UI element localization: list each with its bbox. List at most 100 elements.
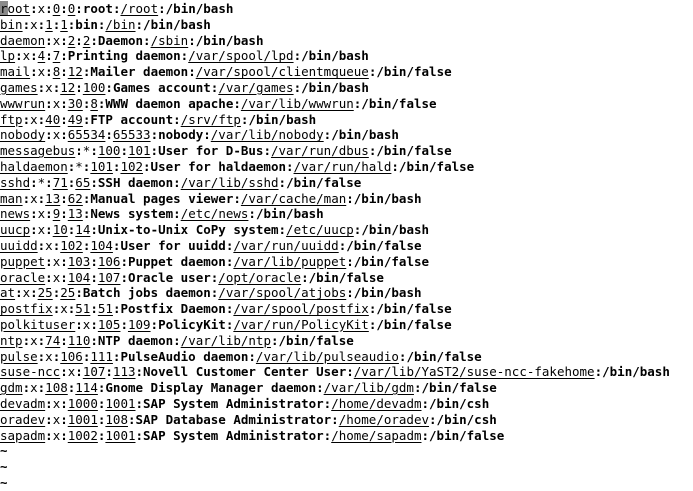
field-uid: 102	[60, 237, 83, 253]
field-separator: :	[301, 269, 309, 285]
field-separator: :	[105, 364, 113, 380]
field-username: postfix	[0, 301, 53, 317]
field-shell: /bin/csh	[436, 411, 497, 427]
field-separator: :	[30, 1, 38, 16]
passwd-entry-line: polkituser:x:105:109:PolicyKit:/var/run/…	[0, 317, 693, 333]
field-home: /var/lib/nobody	[210, 127, 324, 143]
empty-lines-area: ~ ~ ~	[0, 443, 693, 490]
field-password: *	[75, 158, 83, 174]
field-uid: 12	[60, 79, 76, 95]
field-separator: :	[60, 48, 68, 64]
field-separator: :	[278, 174, 287, 190]
field-shell: /bin/bash	[361, 222, 430, 238]
field-uid: 13	[45, 190, 61, 206]
text-cursor: r	[0, 1, 8, 16]
passwd-entry-line: daemon:x:2:2:Daemon:/sbin:/bin/bash	[0, 33, 693, 49]
field-home: /opt/oracle	[218, 269, 302, 285]
field-separator: :	[60, 364, 68, 380]
field-uid: 65534	[67, 127, 106, 143]
field-username: man	[0, 190, 23, 206]
field-gid: 111	[90, 348, 113, 364]
field-password: x	[22, 285, 31, 301]
field-separator: :	[158, 1, 166, 16]
passwd-entry-line: postfix:x:51:51:Postfix Daemon:/var/spoo…	[0, 301, 693, 317]
field-separator: :	[45, 269, 53, 285]
field-separator: :	[173, 174, 181, 190]
field-username: bin	[0, 16, 23, 32]
field-separator: :	[75, 32, 83, 48]
field-shell: /bin/bash	[331, 127, 399, 143]
field-uid: 106	[60, 348, 83, 364]
field-separator: :	[22, 190, 31, 206]
field-password: x	[30, 190, 38, 206]
field-gid: 12	[67, 64, 83, 80]
field-separator: :	[293, 48, 302, 64]
field-shell: /bin/bash	[353, 190, 422, 206]
field-separator: :	[346, 364, 354, 380]
field-username: oradev	[0, 411, 46, 427]
field-home: /var/spool/atjobs	[218, 285, 347, 301]
field-separator: :	[150, 316, 159, 332]
field-username: ftp	[0, 111, 23, 127]
field-home: /var/spool/postfix	[233, 301, 369, 317]
field-shell: /bin/false	[346, 237, 422, 253]
passwd-entry-line: oradev:x:1001:108:SAP Database Administr…	[0, 412, 693, 428]
field-gid: 106	[97, 253, 121, 269]
passwd-entry-line: pulse:x:106:111:PulseAudio daemon:/var/l…	[0, 349, 693, 365]
field-shell: /bin/false	[376, 301, 452, 317]
field-username: ntp	[0, 332, 23, 348]
field-gecos: SAP Database Administrator	[135, 411, 332, 427]
field-password: x	[30, 111, 38, 127]
field-shell: /bin/false	[376, 64, 452, 80]
passwd-entry-line: gdm:x:108:114:Gnome Display Manager daem…	[0, 380, 693, 396]
field-separator: :	[45, 395, 53, 411]
field-separator: :	[30, 206, 38, 222]
passwd-entry-line: root:x:0:0:root:/root:/bin/bash	[0, 1, 693, 17]
field-username: sshd	[0, 174, 31, 190]
field-separator: :	[60, 427, 68, 443]
field-shell: /bin/false	[278, 332, 354, 348]
field-separator: :	[233, 95, 241, 111]
field-gid: 49	[67, 111, 83, 127]
field-username: at	[0, 285, 16, 301]
field-separator: :	[45, 174, 53, 190]
field-username: games	[0, 79, 38, 95]
field-separator: :	[90, 253, 98, 269]
field-separator: :	[286, 158, 294, 174]
field-separator: :	[22, 332, 31, 348]
passwd-entry-line: uucp:x:10:14:Unix-to-Unix CoPy system:/e…	[0, 222, 693, 238]
field-gid: 8	[90, 95, 98, 111]
field-home: /var/lib/YaST2/suse-ncc-fakehome	[353, 364, 595, 380]
field-gid: 108	[105, 411, 128, 427]
field-username: polkituser	[0, 316, 76, 332]
passwd-file-content: root:x:0:0:root:/root:/bin/bash bin:x:1:1…	[0, 1, 693, 443]
field-home: /etc/uucp	[286, 222, 354, 238]
field-separator: :	[188, 64, 196, 80]
field-separator: :	[22, 111, 31, 127]
field-separator: :	[22, 16, 31, 32]
field-gid: 109	[127, 316, 151, 332]
field-shell: /bin/false	[353, 253, 430, 269]
field-username: uucp	[0, 222, 31, 238]
field-gid: 113	[112, 364, 136, 380]
field-separator: :	[391, 158, 399, 174]
field-password: x	[22, 48, 31, 64]
field-separator: :	[120, 316, 128, 332]
field-separator: :	[233, 190, 241, 206]
field-separator: :	[173, 111, 181, 127]
field-uid: 103	[67, 253, 91, 269]
field-separator: :	[60, 269, 68, 285]
field-gid: 13	[67, 206, 83, 222]
field-separator: :	[45, 206, 53, 222]
field-gid: 1001	[105, 427, 136, 443]
field-separator: :	[75, 364, 83, 380]
terminal-window[interactable]: root:x:0:0:root:/root:/bin/bash bin:x:1:1…	[0, 0, 693, 490]
field-separator: :	[248, 206, 256, 222]
empty-line-tilde: ~	[0, 459, 8, 475]
field-separator: :	[188, 32, 196, 48]
field-separator: :	[346, 285, 354, 301]
field-uid: 1000	[67, 395, 98, 411]
field-password: x	[30, 16, 38, 32]
field-separator: :	[120, 143, 128, 159]
passwd-entry-line: bin:x:1:1:bin:/bin:/bin/bash	[0, 17, 693, 33]
